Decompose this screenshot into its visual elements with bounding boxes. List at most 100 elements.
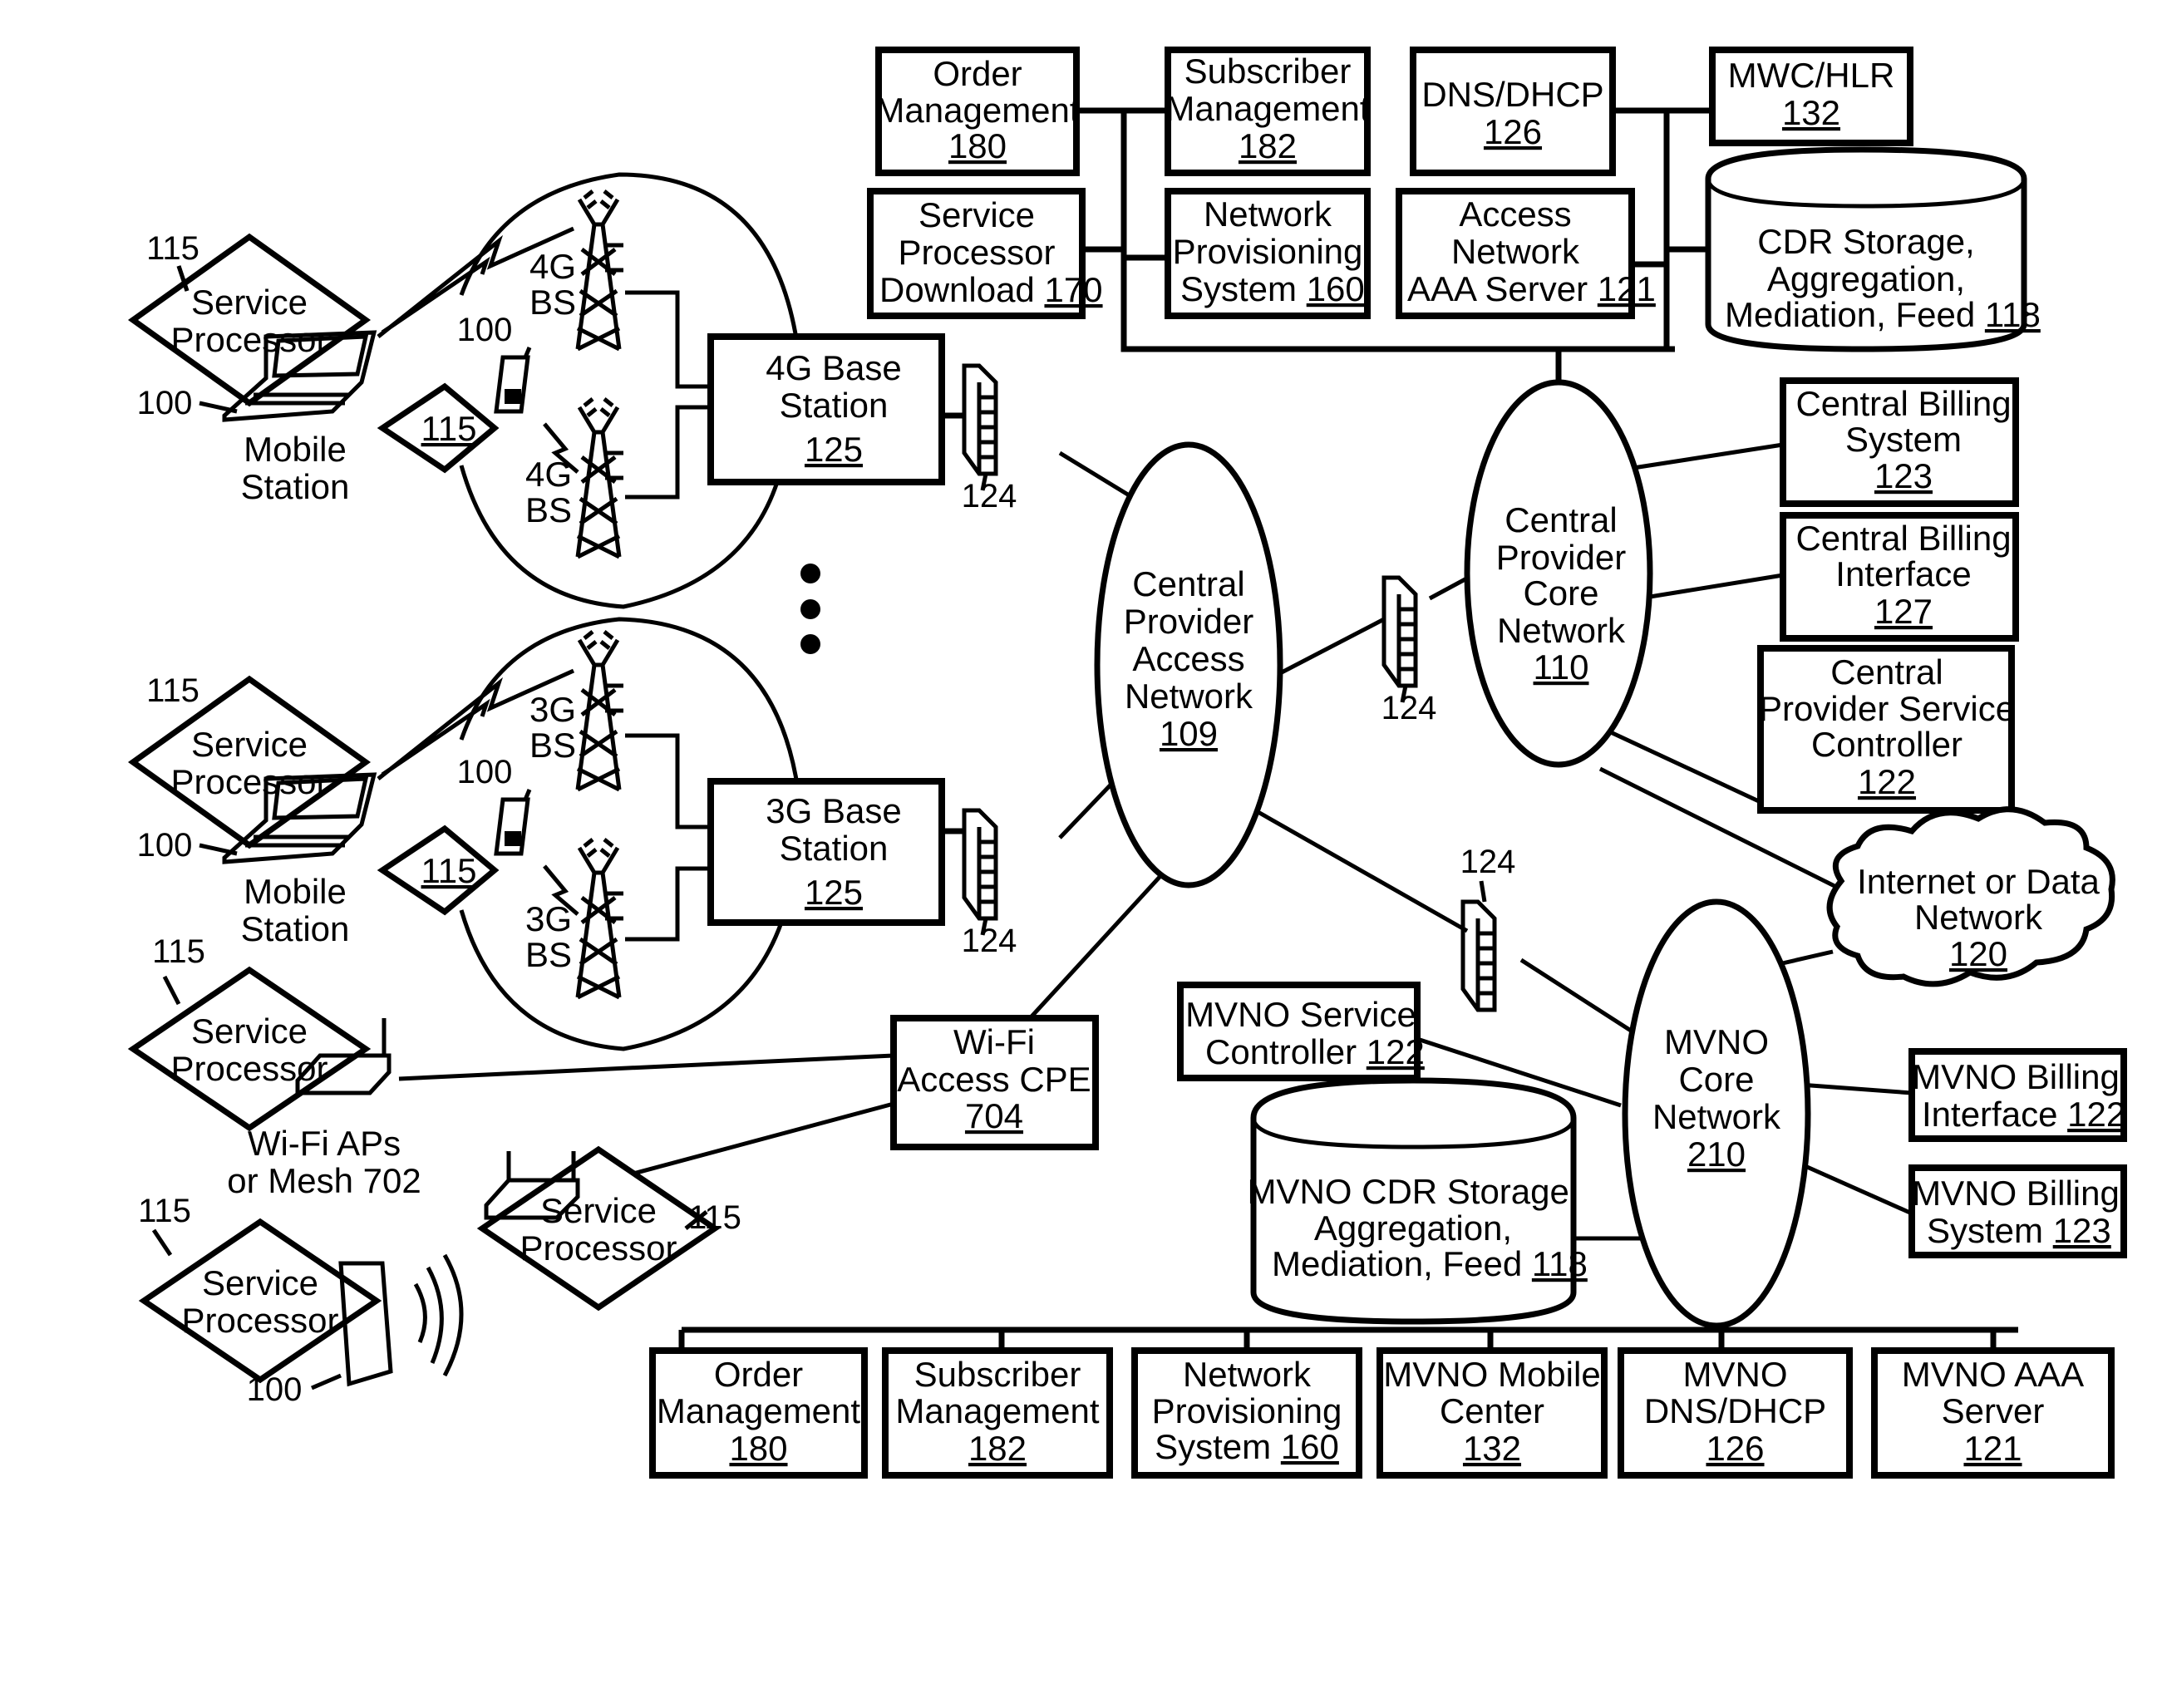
mvno-cdr-database[interactable]: MVNO CDR Storage, Aggregation, Mediation… xyxy=(1247,1077,1588,1325)
label: Order xyxy=(933,54,1022,93)
tower-label: BS xyxy=(525,935,572,974)
label: Central xyxy=(1132,564,1244,603)
firewall-ref: 124 xyxy=(1381,690,1437,726)
label: DNS/DHCP xyxy=(1644,1391,1826,1430)
firewall-icon: 124 xyxy=(1460,844,1516,1012)
ref-number: 180 xyxy=(729,1429,787,1468)
label: Mobile xyxy=(244,430,347,469)
mvno-backend-box[interactable]: SubscriberManagement182 xyxy=(882,1347,1113,1479)
label: Network xyxy=(1497,611,1626,650)
label: Station xyxy=(780,829,889,868)
label: Wi-Fi xyxy=(953,1022,1035,1061)
wifi-ap-group: ServiceProcessor 115 Wi-Fi APsor Mesh 702 xyxy=(127,933,421,1200)
label: MVNO Service xyxy=(1185,995,1416,1034)
label: System 160 xyxy=(1180,269,1365,308)
central-billing-system-box[interactable]: Central Billing System 123 xyxy=(1780,377,2019,507)
ellipsis-dots xyxy=(800,564,820,654)
tower-label: 4G xyxy=(529,247,576,286)
label: Core xyxy=(1523,573,1598,613)
mvno-backend-box[interactable]: OrderManagement180 xyxy=(649,1347,868,1479)
cell-tower-icon: 4GBS xyxy=(529,190,623,352)
service-processor-diamond[interactable]: ServiceProcessor115 xyxy=(127,230,372,407)
label: MVNO xyxy=(1664,1022,1769,1061)
label: Management xyxy=(1165,89,1369,128)
cell-tower-icon: 3GBS xyxy=(529,630,623,792)
mvno-billing-system-box[interactable]: MVNO Billing System 123 xyxy=(1908,1164,2127,1258)
dns-dhcp-box[interactable]: DNS/DHCP 126 xyxy=(1410,47,1616,176)
mvno-backend-box[interactable]: MVNO MobileCenter132 xyxy=(1376,1347,1608,1479)
label: DNS/DHCP xyxy=(1421,75,1603,114)
cdr-storage-database[interactable]: CDR Storage, Aggregation, Mediation, Fee… xyxy=(1705,146,2041,352)
service-processor-diamond[interactable]: 115 xyxy=(377,824,500,916)
mvno-backend-box[interactable]: MVNO AAAServer121 xyxy=(1871,1347,2115,1479)
network-provisioning-box[interactable]: Network Provisioning System 160 xyxy=(1165,188,1371,319)
label: Network xyxy=(1914,898,2043,937)
tablet-icon xyxy=(338,1253,464,1387)
label: Service xyxy=(540,1191,657,1230)
firewall-icon: 124 xyxy=(1381,575,1437,726)
firewall-ref: 124 xyxy=(962,478,1017,514)
mvno-billing-interface-box[interactable]: MVNO Billing Interface 122 xyxy=(1908,1048,2127,1142)
service-processor-diamond[interactable]: ServiceProcessor115 xyxy=(127,933,372,1132)
cell-towers: 4GBS4GBS3GBS3GBS xyxy=(525,190,623,1000)
access-network-aaa-box[interactable]: Access Network AAA Server 121 xyxy=(1396,188,1656,319)
ref-number: 100 xyxy=(457,312,513,348)
label: Management xyxy=(895,1391,1099,1430)
ref-number: 121 xyxy=(1963,1429,2022,1468)
label: Network xyxy=(1125,677,1253,716)
mobile-phone-icon xyxy=(494,789,532,856)
subscriber-management-box[interactable]: Subscriber Management 182 xyxy=(1165,47,1371,176)
label: Service xyxy=(191,283,308,322)
ref-number: 132 xyxy=(1463,1429,1521,1468)
service-processor-diamond[interactable]: 115 xyxy=(377,382,500,474)
wifi-access-cpe-box[interactable]: Wi-Fi Access CPE 704 xyxy=(890,1015,1099,1150)
central-access-network[interactable]: Central Provider Access Network 109 xyxy=(1094,441,1283,888)
mobile-phone-icon xyxy=(494,347,532,414)
ref-number: 100 xyxy=(137,385,193,421)
ref-number: 180 xyxy=(948,126,1007,165)
ref-number: 122 xyxy=(1858,762,1916,801)
service-processor-diamond[interactable]: ServiceProcessor115 xyxy=(476,1145,741,1312)
central-provider-core-network[interactable]: Central Provider Core Network 110 xyxy=(1464,379,1653,768)
mvno-core-network[interactable]: MVNO Core Network 210 xyxy=(1622,898,1811,1329)
label: Aggregation, xyxy=(1314,1208,1512,1248)
ref-number: 126 xyxy=(1706,1429,1764,1468)
label: Internet or Data xyxy=(1857,862,2100,901)
mvno-service-controller-box[interactable]: MVNO Service Controller 122 xyxy=(1177,982,1425,1081)
wifi-ap-group-2: ServiceProcessor115 xyxy=(476,1145,741,1312)
label: or Mesh 702 xyxy=(227,1161,421,1200)
label: Central Billing xyxy=(1795,519,2011,558)
label: Provisioning xyxy=(1152,1391,1342,1430)
central-service-controller-box[interactable]: Central Provider Service Controller 122 xyxy=(1757,645,2015,814)
label: Interface 122 xyxy=(1922,1095,2125,1134)
label: Order xyxy=(714,1355,803,1394)
ref-number: 115 xyxy=(421,851,477,890)
ref-number: 115 xyxy=(146,230,199,267)
mvno-backend-box[interactable]: NetworkProvisioningSystem 160 xyxy=(1131,1347,1362,1479)
mvno-backend-box[interactable]: MVNODNS/DHCP126 xyxy=(1618,1347,1853,1479)
base-station-3g-box[interactable]: 3G Base Station 125 xyxy=(707,778,945,926)
tower-label: BS xyxy=(529,283,576,322)
label: Controller xyxy=(1811,725,1963,764)
label: Station xyxy=(241,909,350,948)
label: Server xyxy=(1942,1391,2045,1430)
label: Station xyxy=(241,467,350,506)
label: Access CPE xyxy=(897,1060,1091,1099)
ref-number: 704 xyxy=(965,1096,1023,1135)
central-billing-interface-box[interactable]: Central Billing Interface 127 xyxy=(1780,512,2019,642)
internet-cloud[interactable]: Internet or Data Network 120 xyxy=(1826,806,2115,987)
firewall-ref: 124 xyxy=(1460,844,1516,880)
ref-number: 120 xyxy=(1949,934,2007,973)
label: System 160 xyxy=(1155,1427,1339,1466)
label: Network xyxy=(1652,1097,1781,1136)
order-management-box[interactable]: Order Management 180 xyxy=(875,47,1080,176)
ref-number: 182 xyxy=(968,1429,1027,1468)
service-processor-download-box[interactable]: Service Processor Download 170 xyxy=(867,188,1103,319)
firewall-icon: 124 xyxy=(962,808,1017,959)
ref-number: 123 xyxy=(1874,456,1933,495)
tablet-device-group: ServiceProcessor 115 100 xyxy=(138,1193,464,1408)
label: Access xyxy=(1459,194,1571,234)
base-station-4g-box[interactable]: 4G Base Station 125 xyxy=(707,333,945,485)
label: Processor xyxy=(898,233,1055,272)
mwc-hlr-box[interactable]: MWC/HLR 132 xyxy=(1709,47,1913,146)
